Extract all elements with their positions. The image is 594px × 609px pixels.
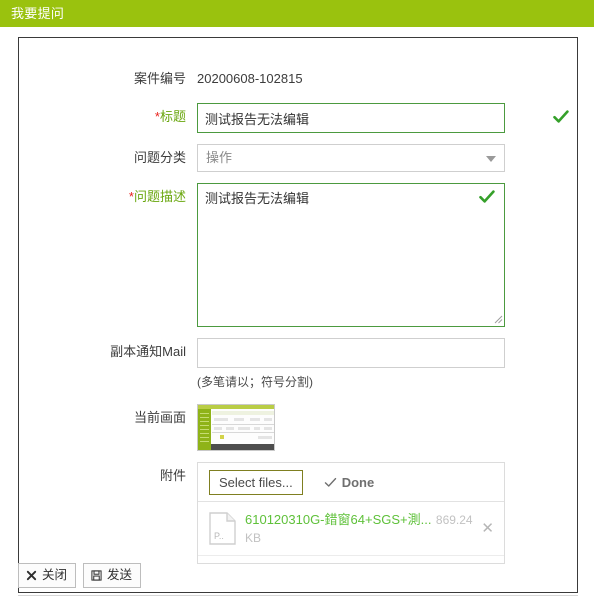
form-row-current-screen: 当前画面: [19, 404, 579, 451]
thumb-toolbar: [212, 411, 274, 415]
close-button[interactable]: 关闭: [18, 563, 77, 588]
form-row-cc-mail: 副本通知Mail (多笔请以；符号分割): [19, 338, 579, 393]
thumb-statusbar: [211, 444, 274, 450]
description-textarea[interactable]: 测试报告无法编辑: [197, 183, 505, 327]
cc-mail-label: 副本通知Mail: [110, 344, 186, 359]
upload-status: Done: [324, 474, 375, 490]
cc-mail-hint: (多笔请以；符号分割): [197, 375, 313, 389]
form-row-case-no: 案件编号 20200608-102815: [19, 65, 579, 92]
footer-divider: [18, 595, 578, 596]
thumb-marker: [220, 435, 224, 439]
svg-text:P..: P..: [214, 531, 224, 541]
attachment-panel: Select files... Done P.. 610120310G-錯窗64…: [197, 462, 505, 564]
dialog-title: 我要提问: [11, 6, 65, 21]
attachment-panel-footer: [198, 556, 504, 563]
title-input[interactable]: [197, 103, 505, 133]
attachment-toolbar: Select files... Done: [198, 463, 504, 502]
save-floppy-icon: [91, 570, 102, 581]
description-label-text: 问题描述: [133, 189, 186, 204]
attachment-label: 附件: [159, 468, 186, 483]
thumb-sidebar: [198, 409, 211, 450]
dialog-body-frame: 案件编号 20200608-102815 *标题 问题分类: [18, 37, 578, 593]
current-screen-label: 当前画面: [133, 410, 186, 425]
upload-status-text: Done: [341, 474, 375, 490]
question-form: 案件编号 20200608-102815 *标题 问题分类: [19, 38, 579, 575]
category-select[interactable]: 操作: [197, 144, 505, 172]
title-label: *标题: [19, 103, 197, 130]
cc-mail-input[interactable]: [197, 338, 505, 368]
category-label: 问题分类: [133, 150, 186, 165]
form-row-attachment: 附件 Select files... Done P.. 610120310G-錯…: [19, 462, 579, 564]
title-field: [197, 103, 579, 133]
select-files-button[interactable]: Select files...: [209, 469, 303, 495]
form-row-description: *问题描述 测试报告无法编辑: [19, 183, 579, 327]
check-icon: [553, 110, 569, 123]
attachment-file-row: P.. 610120310G-錯窗64+SGS+測... 869.24 KB ✕: [198, 502, 504, 556]
dialog-footer: 关闭 发送: [18, 563, 578, 588]
send-button-label: 发送: [107, 568, 133, 582]
close-button-label: 关闭: [42, 568, 68, 582]
send-button[interactable]: 发送: [83, 563, 142, 588]
category-select-value: 操作: [197, 144, 505, 172]
description-textarea-wrap: 测试报告无法编辑: [197, 183, 505, 327]
screenshot-thumbnail[interactable]: [197, 404, 275, 451]
cc-mail-field: (多笔请以；符号分割): [197, 338, 579, 393]
check-icon: [324, 477, 336, 487]
case-no-field: 20200608-102815: [197, 65, 579, 92]
dialog-titlebar: 我要提问: [0, 0, 594, 27]
title-label-text: 标题: [159, 109, 186, 124]
attachment-field: Select files... Done P.. 610120310G-錯窗64…: [197, 462, 579, 564]
case-no-value: 20200608-102815: [197, 71, 303, 86]
form-row-title: *标题: [19, 103, 579, 133]
description-field: 测试报告无法编辑: [197, 183, 579, 327]
form-row-category: 问题分类 操作: [19, 144, 579, 172]
file-name: 610120310G-錯窗64+SGS+測...: [245, 511, 432, 527]
current-screen-field: [197, 404, 579, 451]
pdf-file-icon: P..: [209, 512, 236, 545]
case-no-label: 案件编号: [133, 71, 186, 86]
file-meta: 610120310G-錯窗64+SGS+測... 869.24 KB: [245, 511, 473, 547]
category-field: 操作: [197, 144, 579, 172]
description-label: *问题描述: [19, 183, 197, 210]
remove-file-icon[interactable]: ✕: [473, 521, 494, 536]
close-x-icon: [26, 570, 37, 581]
question-submit-dialog: 我要提问 案件编号 20200608-102815 *标题 测试报告无法编辑 问…: [0, 0, 594, 609]
